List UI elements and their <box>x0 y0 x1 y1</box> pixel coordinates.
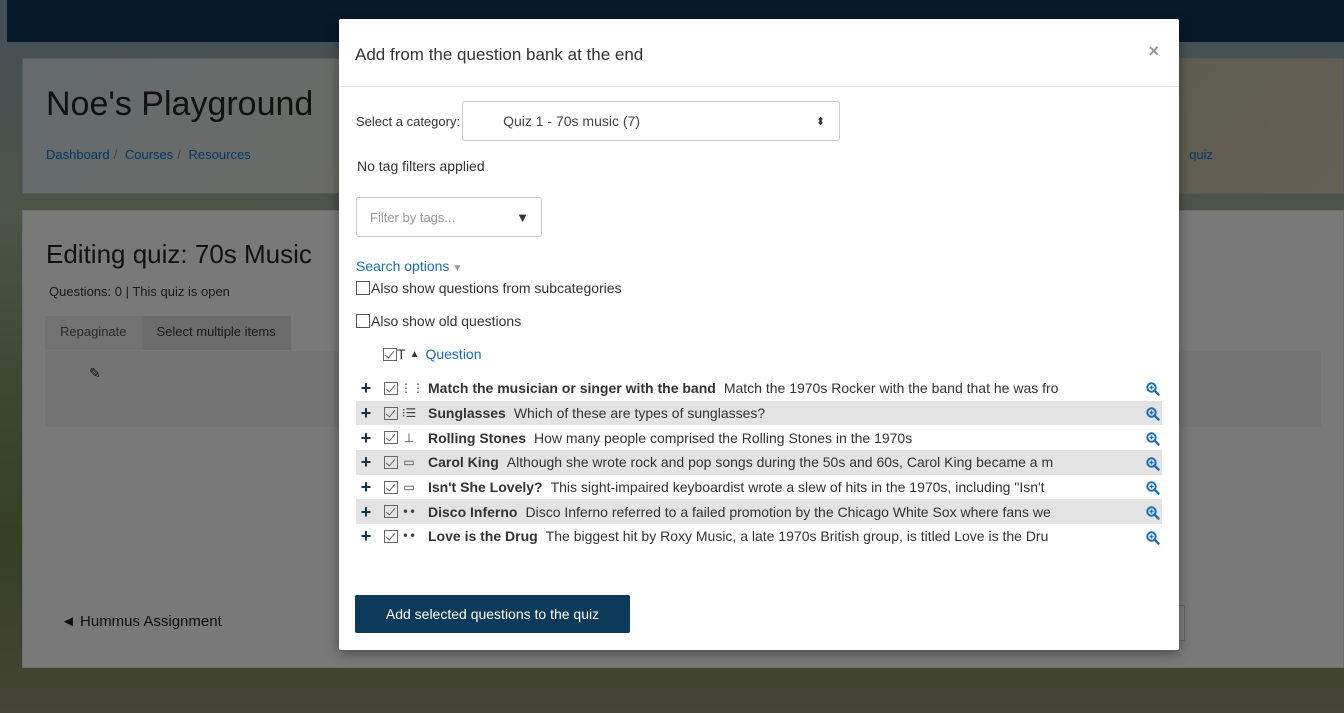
question-name: Carol King <box>428 454 499 471</box>
preview-icon[interactable] <box>1138 380 1160 397</box>
add-question-icon[interactable]: + <box>358 527 374 545</box>
add-question-icon[interactable]: + <box>358 453 374 471</box>
question-row: + •• Love is the Drug The biggest hit by Ro… <box>356 524 1162 549</box>
sort-type-header[interactable]: T <box>397 346 406 362</box>
add-selected-button[interactable]: Add selected questions to the quiz <box>355 595 630 633</box>
question-bank-dialog: Add from the question bank at the end × … <box>339 19 1179 650</box>
question-row: + ⋮⋮ Match the musician or singer with the… <box>356 376 1162 401</box>
question-name: Love is the Drug <box>428 528 538 545</box>
subcategories-checkbox[interactable] <box>356 281 370 295</box>
question-text: Disco Inferno referred to a failed promo… <box>525 503 1051 520</box>
category-value: Quiz 1 - 70s music (7) <box>503 113 640 129</box>
preview-icon[interactable] <box>1138 504 1160 520</box>
question-list: + ⋮⋮ Match the musician or singer with the… <box>356 376 1162 549</box>
select-arrows-icon: ⬍ <box>815 115 826 128</box>
question-row: + ⊥ Rolling Stones How many people comprise… <box>356 425 1162 450</box>
question-text: Which of these are types of sunglasses? <box>513 405 766 422</box>
truefalse-icon: •• <box>401 504 417 519</box>
old-questions-checkbox[interactable] <box>356 314 370 328</box>
old-questions-option[interactable]: Also show old questions <box>356 313 521 329</box>
matching-icon: ⋮⋮ <box>400 381 424 396</box>
question-name: Isn't She Lovely? <box>428 479 543 496</box>
preview-icon[interactable] <box>1138 430 1160 446</box>
dialog-header: Add from the question bank at the end × <box>339 19 1179 87</box>
shortanswer-icon: ▭ <box>403 455 415 470</box>
add-question-icon[interactable]: + <box>358 478 374 496</box>
question-table-header: T ▲ Question <box>383 346 482 362</box>
preview-icon[interactable] <box>1138 454 1160 471</box>
dropdown-arrow-icon[interactable]: ▼ <box>516 210 529 225</box>
question-checkbox[interactable] <box>384 529 398 543</box>
search-options-toggle[interactable]: Search options ▼ <box>356 258 462 274</box>
category-row: Select a category: Quiz 1 - 70s music (7… <box>356 101 841 141</box>
question-name: Sunglasses <box>428 405 506 422</box>
question-row: + •• Disco Inferno Disco Inferno referred t… <box>356 499 1162 525</box>
question-name: Rolling Stones <box>428 429 526 446</box>
dialog-title: Add from the question bank at the end <box>355 45 644 64</box>
question-name: Match the musician or singer with the ba… <box>428 380 716 397</box>
question-text: This sight-impaired keyboardist wrote a … <box>550 479 1045 496</box>
preview-icon[interactable] <box>1138 479 1160 495</box>
tag-filter-placeholder: Filter by tags... <box>370 209 456 225</box>
add-question-icon[interactable]: + <box>358 379 374 397</box>
tag-filter-input[interactable]: Filter by tags... ▼ <box>356 197 542 237</box>
truefalse-icon: •• <box>401 529 417 544</box>
shortanswer-icon: ▭ <box>403 480 415 495</box>
question-checkbox[interactable] <box>384 455 398 469</box>
numerical-icon: ⊥ <box>403 430 415 445</box>
add-question-icon[interactable]: + <box>358 404 374 422</box>
question-name: Disco Inferno <box>428 503 518 520</box>
question-text: Match the 1970s Rocker with the band tha… <box>723 380 1059 397</box>
question-checkbox[interactable] <box>384 381 398 395</box>
tag-filter-status: No tag filters applied <box>357 158 485 174</box>
question-text: Although she wrote rock and pop songs du… <box>506 454 1054 471</box>
preview-icon[interactable] <box>1138 405 1160 421</box>
question-text: The biggest hit by Roxy Music, a late 19… <box>545 528 1049 545</box>
caret-down-icon: ▼ <box>452 263 463 274</box>
preview-icon[interactable] <box>1138 528 1160 545</box>
question-checkbox[interactable] <box>384 505 398 519</box>
add-question-icon[interactable]: + <box>358 503 374 521</box>
subcategories-label: Also show questions from subcategories <box>371 280 622 296</box>
category-select[interactable]: Quiz 1 - 70s music (7) ⬍ <box>462 101 841 141</box>
select-all-checkbox[interactable] <box>383 347 397 361</box>
question-checkbox[interactable] <box>384 406 398 420</box>
question-text: How many people comprised the Rolling St… <box>534 429 913 446</box>
close-icon[interactable]: × <box>1148 41 1159 62</box>
sort-asc-icon: ▲ <box>409 348 420 360</box>
question-row: + ▭ Carol King Although she wrote rock and … <box>356 450 1162 475</box>
subcategories-option[interactable]: Also show questions from subcategories <box>356 280 622 296</box>
question-checkbox[interactable] <box>384 480 398 494</box>
sort-question-header[interactable]: Question <box>425 346 481 362</box>
multichoice-icon: ⁝☰ <box>401 406 417 421</box>
question-row: + ▭ Isn't She Lovely? This sight-impaired k… <box>356 475 1162 500</box>
question-row: + ⁝☰ Sunglasses Which of these are types of… <box>356 400 1162 426</box>
add-question-icon[interactable]: + <box>358 429 374 447</box>
old-questions-label: Also show old questions <box>371 313 522 329</box>
category-label: Select a category: <box>356 113 461 129</box>
question-checkbox[interactable] <box>384 431 398 445</box>
